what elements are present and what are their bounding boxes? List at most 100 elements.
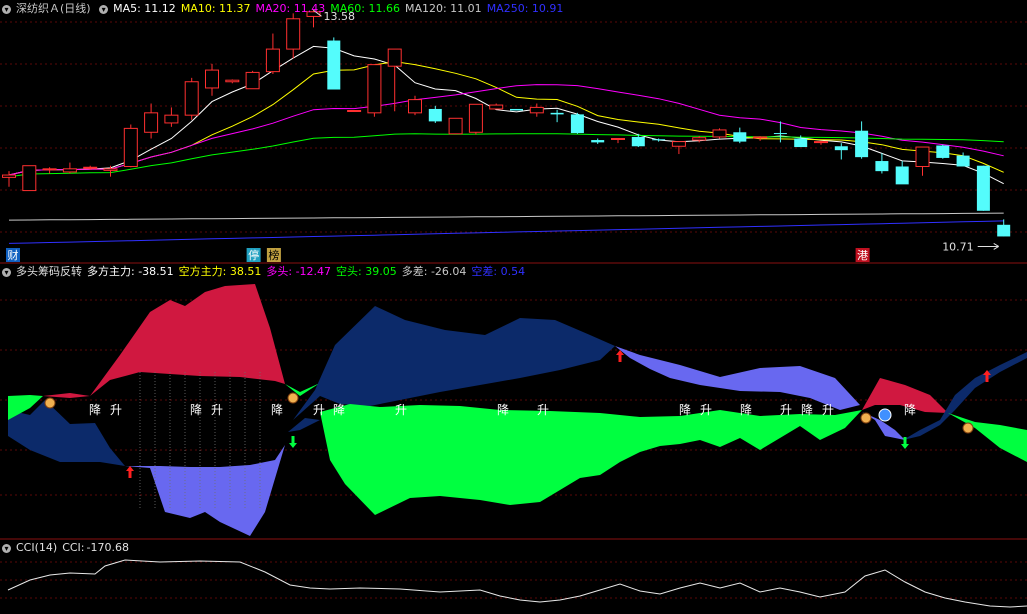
candle-7: [144, 103, 159, 139]
main-header: ▾ 深纺织Ａ(日线) ▾ MA5: 11.12 MA10: 11.37 MA20: 11…: [2, 2, 573, 16]
candle-21: [428, 105, 442, 123]
indicator-bands: [8, 284, 1027, 536]
candle-body: [22, 165, 37, 192]
candle-body: [428, 108, 442, 122]
candles: [2, 10, 1011, 237]
candle-body: [550, 112, 564, 115]
candle-body: [529, 106, 544, 114]
candle-body: [753, 136, 768, 139]
badge-1: 停: [246, 248, 261, 262]
candle-17: [347, 110, 362, 113]
candle-3: [62, 162, 77, 174]
candle-body: [936, 145, 950, 158]
signal-label-0: 降: [89, 403, 101, 417]
candle-body: [225, 79, 240, 83]
candle-body: [347, 110, 362, 113]
settings-icon[interactable]: ▾: [99, 4, 109, 14]
candle-23: [468, 103, 483, 135]
indicator-panel: 降升降升降升降升降升降升降升降升降: [0, 284, 1027, 536]
cci-value: -170.68: [86, 541, 129, 554]
candle-11: [225, 79, 240, 84]
signal-label-6: 降: [333, 403, 345, 417]
chart-canvas: 13.5810.71 财停榜港 降升降升降升降升降升降升降升降升降: [0, 9, 1027, 608]
band-green-3: [320, 404, 862, 515]
candle-body: [510, 108, 523, 111]
info-circle-icon: [878, 408, 892, 422]
candle-18: [367, 64, 382, 117]
candle-body: [144, 112, 159, 133]
ma10-line: [8, 61, 1004, 176]
ma-value-3: MA60: 11.66: [330, 2, 400, 15]
band-red-1: [43, 284, 285, 398]
candle-body: [855, 130, 869, 158]
candle-46: [936, 144, 950, 159]
candle-48: [976, 165, 990, 211]
candle-body: [367, 64, 382, 114]
cci-collapse-icon[interactable]: ▾: [2, 543, 11, 553]
hand-pointer-icon-2: [860, 412, 872, 424]
badge-text: 停: [248, 248, 259, 262]
candle-body: [976, 165, 990, 211]
candle-body: [652, 139, 666, 141]
candle-body: [83, 166, 98, 169]
candle-body: [184, 81, 199, 116]
signal-label-8: 降: [497, 403, 509, 417]
ma-value-0: MA5: 11.12: [113, 2, 176, 15]
candle-24: [489, 103, 504, 110]
candle-body: [570, 114, 584, 134]
hand-pointer-icon-3: [962, 422, 974, 434]
candle-body: [794, 138, 808, 148]
cci-panel: [0, 559, 1027, 608]
badge-text: 榜: [268, 248, 279, 262]
candle-44: [895, 161, 909, 185]
badge-text: 港: [857, 249, 868, 262]
indicator-header: ▾ 多头筹码反转 多方主力: -38.51 空方主力: 38.51 多头: -12.47…: [2, 265, 535, 279]
indicator-value-4: 多差: -26.04: [401, 265, 467, 278]
candle-body: [611, 137, 625, 140]
cci-label: CCI:: [62, 541, 85, 554]
signal-label-3: 升: [211, 403, 223, 417]
ma-values: MA5: 11.12 MA10: 11.37 MA20: 11.43 MA60: 11…: [113, 2, 568, 15]
ma-value-5: MA250: 10.91: [486, 2, 564, 15]
candle-35: [712, 128, 727, 139]
candle-10: [205, 63, 219, 96]
band-blue-1: [125, 445, 285, 536]
candle-8: [164, 107, 179, 127]
candle-19: [387, 48, 402, 112]
candle-25: [510, 108, 523, 111]
candle-42: [855, 121, 869, 159]
candle-body: [631, 136, 645, 147]
candle-45: [915, 146, 930, 176]
ma-value-1: MA10: 11.37: [180, 2, 251, 15]
signal-label-7: 升: [395, 403, 407, 417]
candle-body: [712, 129, 727, 138]
candle-26: [529, 103, 544, 117]
candle-body: [123, 127, 138, 167]
candle-16: [327, 37, 341, 90]
candle-body: [489, 104, 504, 110]
candle-body: [387, 48, 402, 67]
candle-body: [286, 18, 301, 50]
indicator-name: 多头筹码反转: [16, 265, 82, 278]
ma120-line: [8, 212, 1004, 221]
candle-body: [164, 114, 179, 124]
badge-text: 财: [8, 248, 19, 262]
ma5-line: [8, 45, 1004, 185]
up-arrow-icon-0: [126, 466, 134, 478]
indicator-collapse-icon[interactable]: ▾: [2, 267, 11, 277]
collapse-icon[interactable]: ▾: [2, 4, 11, 14]
candle-20: [408, 95, 422, 116]
cci-line: [7, 559, 1027, 608]
ma20-line: [8, 84, 1004, 176]
candle-body: [103, 168, 118, 171]
signal-label-10: 降: [679, 403, 691, 417]
indicator-value-3: 空头: 39.05: [336, 265, 397, 278]
ma-value-2: MA20: 11.43: [255, 2, 326, 15]
candle-body: [834, 146, 848, 151]
candle-12: [245, 70, 260, 90]
indicator-value-5: 空差: 0.54: [471, 265, 526, 278]
badge-0: 财: [6, 248, 20, 262]
candle-13: [265, 33, 280, 74]
candle-body: [671, 141, 686, 147]
hand-pointer-icon-0: [44, 397, 56, 409]
